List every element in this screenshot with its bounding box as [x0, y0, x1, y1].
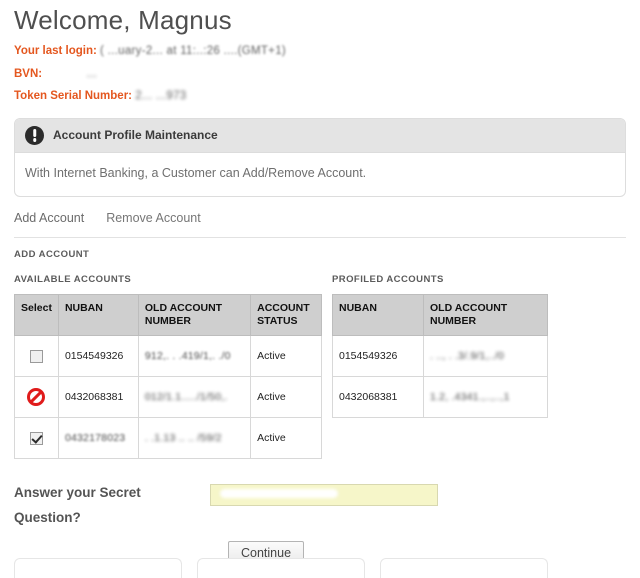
page-title: Welcome, Magnus	[14, 5, 232, 35]
card-peek-2[interactable]	[197, 558, 365, 578]
table-row: 0432068381 012/1.1...../1/50,. Active	[14, 376, 322, 419]
row-select-cell[interactable]	[14, 335, 59, 378]
profiled-accounts-table: NUBAN OLD ACCOUNT NUMBER 0154549326 . ..…	[332, 293, 548, 419]
tab-add-account[interactable]: Add Account	[14, 211, 84, 225]
table-row: 0432068381 1.2, .4341.,..,..,1	[332, 376, 548, 419]
info-panel-header: Account Profile Maintenance	[15, 118, 625, 153]
row-nuban: 0154549326	[332, 335, 424, 378]
row-account-status: Active	[250, 335, 322, 378]
last-login-value: ( ...uary-2... at 11:..:26 ....(GMT+1)	[100, 44, 287, 57]
no-entry-icon[interactable]	[27, 388, 46, 407]
bvn-line: BVN: ...	[14, 63, 626, 86]
row-account-status: Active	[250, 417, 322, 460]
row-select-cell[interactable]	[14, 376, 59, 419]
column-header-nuban: NUBAN	[57, 293, 139, 337]
row-nuban: 0432178023	[57, 417, 139, 460]
info-panel-title: Account Profile Maintenance	[53, 128, 218, 143]
info-panel: Account Profile Maintenance With Interne…	[14, 117, 626, 197]
secret-question-label: Answer your Secret Question?	[14, 485, 141, 526]
row-old-account-number: 012/1.1...../1/50,.	[137, 376, 252, 419]
profiled-accounts-caption: PROFILED ACCOUNTS	[332, 273, 444, 285]
available-accounts-section: AVAILABLE ACCOUNTS Select NUBAN OLD ACCO…	[14, 273, 322, 460]
available-accounts-table: Select NUBAN OLD ACCOUNT NUMBER ACCOUNT …	[14, 293, 322, 460]
token-serial-value: 2... ...973	[135, 90, 187, 103]
column-header-nuban: NUBAN	[332, 293, 424, 337]
table-header-row: NUBAN OLD ACCOUNT NUMBER	[332, 293, 548, 337]
row-select-cell[interactable]	[14, 417, 59, 460]
bottom-card-peeks	[14, 558, 548, 578]
column-header-old-account-number: OLD ACCOUNT NUMBER	[423, 293, 548, 337]
last-login-line: Your last login: ( ...uary-2... at 11:..…	[14, 40, 626, 63]
section-label-add-account: ADD ACCOUNT	[14, 248, 90, 260]
column-header-select: Select	[14, 293, 59, 337]
column-header-account-status: ACCOUNT STATUS	[250, 293, 322, 337]
table-row: 0432178023 . .1.13 .. .. /59/2 Active	[14, 417, 322, 460]
page-root: Welcome, Magnus Your last login: ( ...ua…	[0, 0, 640, 566]
row-old-account-number: . .., . .3/.9/1,../0	[423, 335, 548, 378]
row-nuban: 0432068381	[332, 376, 424, 419]
available-accounts-caption: AVAILABLE ACCOUNTS	[14, 273, 132, 285]
row-account-status: Active	[250, 376, 322, 419]
row-nuban: 0432068381	[57, 376, 139, 419]
token-serial-line: Token Serial Number: 2... ...973	[14, 85, 626, 108]
table-header-row: Select NUBAN OLD ACCOUNT NUMBER ACCOUNT …	[14, 293, 322, 337]
row-select-checkbox[interactable]	[29, 349, 43, 363]
column-header-old-account-number: OLD ACCOUNT NUMBER	[137, 293, 252, 337]
table-row: 0154549326 . .., . .3/.9/1,../0	[332, 335, 548, 378]
tab-remove-account[interactable]: Remove Account	[106, 211, 201, 225]
token-serial-label: Token Serial Number:	[14, 90, 133, 103]
secret-question-row: Answer your Secret Question?	[14, 459, 626, 531]
row-old-account-number: 912,. . .419/1,. ./0	[137, 335, 252, 378]
table-row: 0154549326 912,. . .419/1,. ./0 Active	[14, 335, 322, 378]
secret-answer-field-wrap[interactable]	[210, 484, 438, 507]
row-nuban: 0154549326	[57, 335, 139, 378]
redaction-smear	[220, 489, 338, 499]
info-badge-icon	[25, 125, 44, 145]
profiled-accounts-section: PROFILED ACCOUNTS NUBAN OLD ACCOUNT NUMB…	[332, 273, 548, 419]
row-old-account-number: 1.2, .4341.,..,..,1	[423, 376, 548, 419]
tab-bar: Add Account Remove Account	[14, 197, 626, 237]
last-login-label: Your last login:	[14, 44, 97, 57]
card-peek-1[interactable]	[14, 558, 182, 578]
row-select-checkbox[interactable]	[29, 431, 43, 445]
info-panel-body: With Internet Banking, a Customer can Ad…	[25, 165, 367, 180]
bvn-value: ...	[86, 67, 98, 80]
bvn-label: BVN:	[14, 67, 43, 80]
tables-row: AVAILABLE ACCOUNTS Select NUBAN OLD ACCO…	[14, 260, 626, 460]
card-peek-3[interactable]	[380, 558, 548, 578]
row-old-account-number: . .1.13 .. .. /59/2	[137, 417, 252, 460]
